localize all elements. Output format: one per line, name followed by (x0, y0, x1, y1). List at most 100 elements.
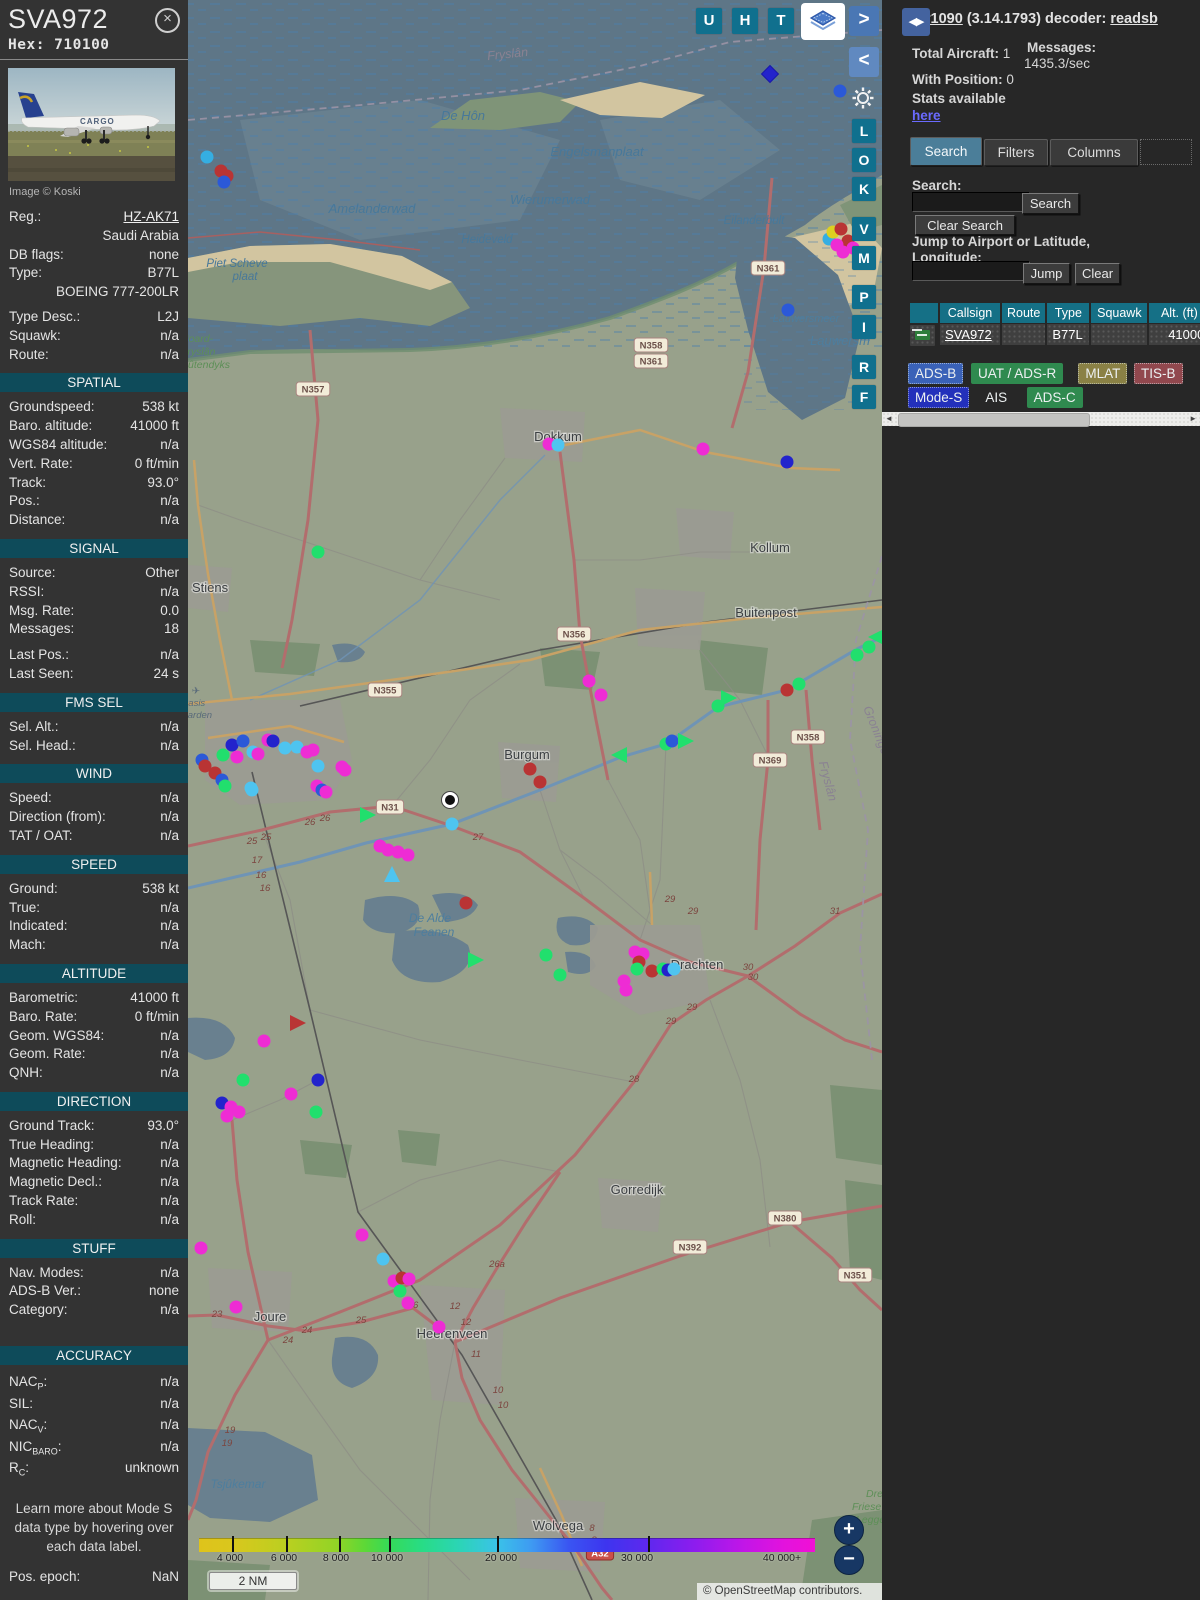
table-cell[interactable] (1091, 324, 1147, 345)
column-header-Alt. (ft)[interactable]: Alt. (ft) (1149, 303, 1200, 323)
table-horizontal-scrollbar[interactable]: ◄ ► (882, 412, 1200, 426)
clear-jump-button[interactable]: Clear (1075, 263, 1120, 284)
aircraft-marker[interactable] (258, 1035, 271, 1048)
aircraft-marker[interactable] (851, 649, 864, 662)
column-header-Squawk[interactable]: Squawk (1091, 303, 1147, 323)
aircraft-marker[interactable] (312, 760, 325, 773)
tab-filters[interactable]: Filters (984, 139, 1048, 166)
settings-button[interactable] (850, 85, 876, 111)
aircraft-marker[interactable] (377, 1253, 390, 1266)
aircraft-marker[interactable] (245, 782, 258, 795)
type-filter-tis-b[interactable]: TIS-B (1134, 363, 1183, 384)
aircraft-marker[interactable] (267, 735, 280, 748)
aircraft-marker[interactable] (252, 748, 265, 761)
search-button[interactable]: Search (1022, 193, 1079, 214)
column-header-Callsign[interactable]: Callsign (940, 303, 1000, 323)
aircraft-marker[interactable] (460, 897, 473, 910)
aircraft-marker[interactable] (320, 786, 333, 799)
map-button-i[interactable]: I (852, 315, 876, 339)
aircraft-marker[interactable] (834, 85, 847, 98)
map-button-h[interactable]: H (732, 8, 758, 34)
map-button-k[interactable]: K (852, 177, 876, 201)
aircraft-marker[interactable] (195, 1242, 208, 1255)
aircraft-marker[interactable] (339, 764, 352, 777)
table-cell[interactable]: 41000 (1149, 324, 1200, 345)
map-button-m[interactable]: M (852, 246, 876, 270)
aircraft-marker[interactable] (433, 1321, 446, 1334)
callsign-link[interactable]: SVA972 (940, 324, 1000, 345)
type-filter-ads-c[interactable]: ADS-C (1027, 387, 1083, 408)
aircraft-photo[interactable]: CARGO (8, 68, 175, 181)
aircraft-marker[interactable] (668, 963, 681, 976)
aircraft-marker[interactable] (402, 849, 415, 862)
aircraft-marker[interactable] (793, 678, 806, 691)
aircraft-marker[interactable] (524, 763, 537, 776)
column-header-Route[interactable]: Route (1002, 303, 1045, 323)
data-row-value[interactable]: HZ-AK71 (41, 208, 179, 227)
aircraft-marker[interactable] (697, 443, 710, 456)
layer-switcher-button[interactable] (801, 3, 845, 40)
column-header-icon[interactable] (910, 303, 938, 323)
scroll-left-icon[interactable]: ◄ (885, 412, 893, 426)
map-button-o[interactable]: O (852, 148, 876, 172)
flag-icon[interactable] (910, 325, 935, 346)
scroll-right-icon[interactable]: ► (1189, 412, 1197, 426)
clear-search-button[interactable]: Clear Search (915, 215, 1015, 235)
map-button-u[interactable]: U (696, 8, 722, 34)
map-button-v[interactable]: V (852, 217, 876, 241)
table-cell[interactable] (1002, 324, 1045, 345)
aircraft-marker[interactable] (552, 439, 565, 452)
aircraft-marker[interactable] (646, 965, 659, 978)
aircraft-marker[interactable] (402, 1297, 415, 1310)
column-header-Type[interactable]: Type (1047, 303, 1089, 323)
aircraft-marker[interactable] (781, 456, 794, 469)
stats-here-link[interactable]: here (912, 108, 941, 123)
jump-button[interactable]: Jump (1023, 263, 1070, 284)
aircraft-marker[interactable] (394, 1285, 407, 1298)
aircraft-marker[interactable] (782, 304, 795, 317)
aircraft-marker[interactable] (583, 675, 596, 688)
aircraft-marker[interactable] (307, 744, 320, 757)
panel-toggle-icon[interactable]: ◀▶ (902, 8, 930, 36)
aircraft-marker[interactable] (279, 742, 292, 755)
aircraft-marker[interactable] (540, 949, 553, 962)
aircraft-marker[interactable] (781, 684, 794, 697)
aircraft-marker[interactable] (837, 246, 850, 259)
tab-search[interactable]: Search (910, 137, 982, 166)
aircraft-marker[interactable] (201, 151, 214, 164)
type-filter-uat-ads-r[interactable]: UAT / ADS-R (971, 363, 1063, 384)
aircraft-marker[interactable] (446, 818, 459, 831)
aircraft-marker[interactable] (554, 969, 567, 982)
table-row[interactable]: SVA972 B77L 41000 (910, 324, 1200, 345)
readsb-link[interactable]: readsb (1110, 11, 1158, 27)
aircraft-marker[interactable] (863, 641, 876, 654)
tab-columns[interactable]: Columns (1050, 139, 1138, 166)
type-filter-ads-b[interactable]: ADS-B (908, 363, 963, 384)
type-filter-mode-s[interactable]: Mode-S (908, 387, 969, 408)
map-button-r[interactable]: R (852, 355, 876, 379)
aircraft-marker[interactable] (219, 780, 232, 793)
aircraft-marker[interactable] (218, 176, 231, 189)
close-icon[interactable]: × (155, 8, 180, 33)
map-button-l[interactable]: L (852, 119, 876, 143)
map-button-t[interactable]: T (768, 8, 794, 34)
aircraft-marker[interactable] (233, 1106, 246, 1119)
table-cell[interactable]: B77L (1047, 324, 1089, 345)
aircraft-marker[interactable] (356, 1229, 369, 1242)
aircraft-marker[interactable] (666, 735, 679, 748)
aircraft-marker[interactable] (835, 223, 848, 236)
search-input[interactable] (912, 192, 1030, 212)
map-button-p[interactable]: P (852, 285, 876, 309)
map-button-f[interactable]: F (852, 385, 876, 409)
aircraft-marker[interactable] (534, 776, 547, 789)
aircraft-marker[interactable] (237, 735, 250, 748)
map-canvas[interactable]: FryslânDe HônEngelsmanplaatWierumerwadAm… (188, 0, 882, 1600)
zoom-out-button[interactable]: − (834, 1545, 864, 1575)
aircraft-marker[interactable] (221, 1110, 234, 1123)
aircraft-marker[interactable] (312, 1074, 325, 1087)
zoom-in-button[interactable]: + (834, 1515, 864, 1545)
panel-collapse-button[interactable]: < (849, 47, 879, 77)
aircraft-marker[interactable] (631, 963, 644, 976)
aircraft-marker[interactable] (312, 546, 325, 559)
type-filter-mlat[interactable]: MLAT (1078, 363, 1127, 384)
